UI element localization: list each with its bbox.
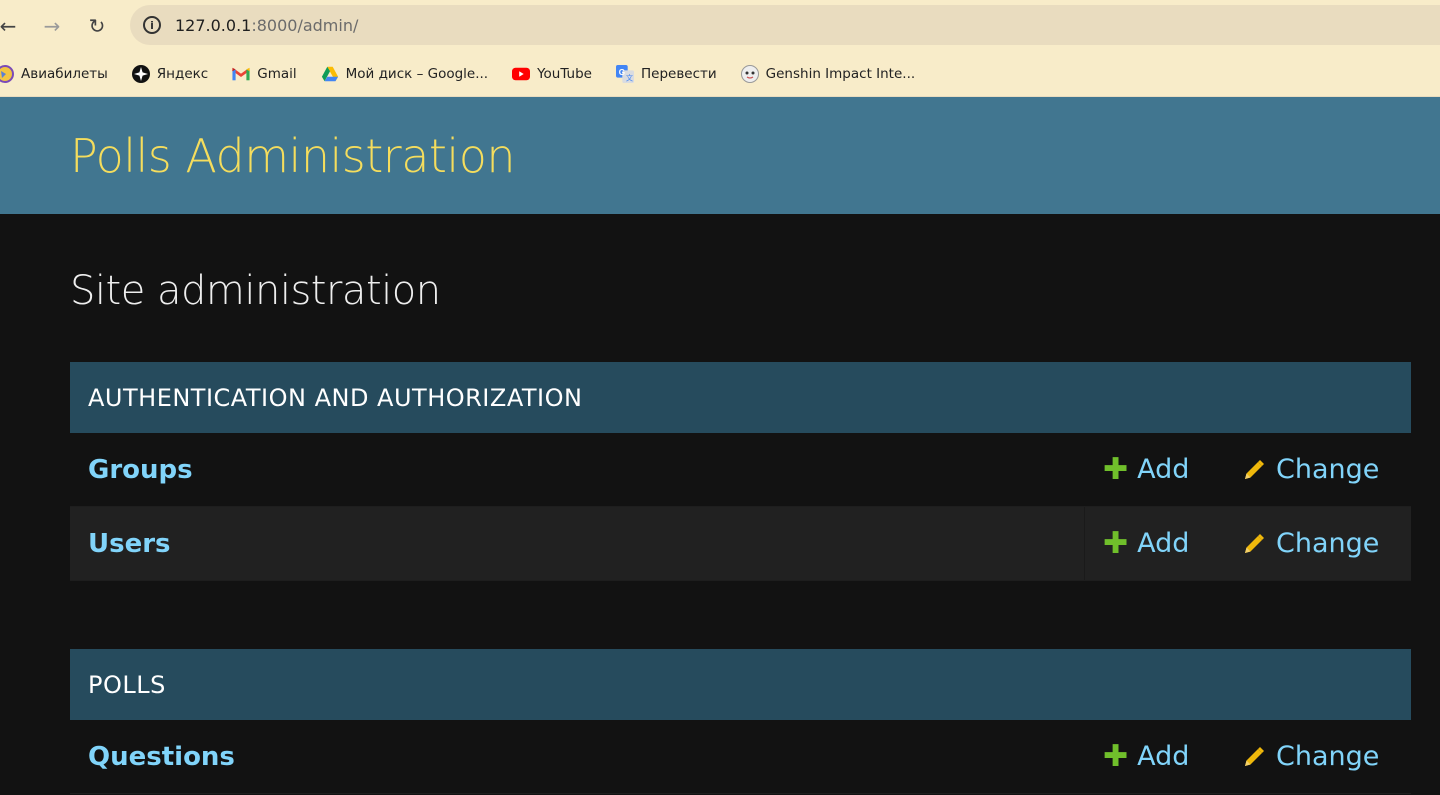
pencil-icon bbox=[1242, 532, 1266, 556]
add-questions-button[interactable]: ✚ Add bbox=[1103, 741, 1189, 772]
add-label: Add bbox=[1137, 741, 1190, 772]
google-drive-icon bbox=[321, 65, 339, 83]
model-row-groups: Groups ✚ Add Change bbox=[70, 433, 1411, 507]
model-link-questions[interactable]: Questions bbox=[70, 742, 1411, 772]
change-users-button[interactable]: Change bbox=[1242, 528, 1379, 559]
reload-icon[interactable]: ↻ bbox=[81, 10, 113, 42]
page-title: Site administration bbox=[70, 268, 441, 314]
url-host: 127.0.0.1 bbox=[175, 15, 252, 35]
model-row-questions: Questions ✚ Add Change bbox=[70, 720, 1411, 794]
row-divider bbox=[1084, 507, 1085, 580]
back-arrow-icon[interactable]: ← bbox=[0, 10, 24, 42]
site-branding[interactable]: Polls Administration bbox=[70, 129, 516, 183]
gmail-icon bbox=[232, 65, 251, 83]
app-module-polls: POLLS Questions ✚ Add Change bbox=[70, 649, 1411, 794]
browser-toolbar: ← → ↻ i 127.0.0.1:8000/admin/ bbox=[0, 0, 1440, 51]
add-label: Add bbox=[1137, 528, 1190, 559]
svg-text:G: G bbox=[619, 67, 625, 76]
bookmark-label: Перевести bbox=[641, 65, 717, 82]
translate-icon: G文 bbox=[616, 64, 634, 83]
change-questions-button[interactable]: Change bbox=[1242, 741, 1379, 772]
bookmark-label: Genshin Impact Inte... bbox=[765, 65, 916, 82]
bookmark-gmail[interactable]: Gmail bbox=[232, 65, 297, 83]
module-caption[interactable]: POLLS bbox=[70, 649, 1411, 720]
change-label: Change bbox=[1276, 528, 1380, 559]
bookmark-translate[interactable]: G文 Перевести bbox=[616, 64, 717, 83]
plus-icon: ✚ bbox=[1103, 451, 1129, 487]
url-text[interactable]: 127.0.0.1:8000/admin/ bbox=[175, 16, 358, 35]
model-row-users: Users ✚ Add Change bbox=[70, 507, 1411, 581]
model-link-groups[interactable]: Groups bbox=[70, 455, 1411, 485]
pencil-icon bbox=[1242, 745, 1266, 769]
bookmark-label: Авиабилеты bbox=[21, 65, 108, 82]
bookmark-youtube[interactable]: YouTube bbox=[512, 65, 592, 83]
bookmark-google-drive[interactable]: Мой диск – Google... bbox=[321, 65, 488, 83]
bookmark-label: Gmail bbox=[257, 65, 297, 82]
plus-icon: ✚ bbox=[1103, 525, 1129, 561]
bookmarks-bar: Авиабилеты Яндекс Gmail Мой диск – Googl… bbox=[0, 51, 1440, 97]
add-groups-button[interactable]: ✚ Add bbox=[1103, 454, 1189, 485]
bookmark-label: Мой диск – Google... bbox=[345, 65, 489, 82]
change-label: Change bbox=[1276, 741, 1380, 772]
url-path: :8000/admin/ bbox=[251, 15, 359, 35]
bookmark-aviabilety[interactable]: Авиабилеты bbox=[0, 64, 108, 83]
plus-icon: ✚ bbox=[1103, 738, 1129, 774]
site-header: Polls Administration bbox=[0, 97, 1440, 214]
genshin-icon bbox=[740, 64, 759, 83]
bookmark-label: YouTube bbox=[537, 65, 592, 82]
app-module-auth: AUTHENTICATION AND AUTHORIZATION Groups … bbox=[70, 362, 1411, 581]
address-bar[interactable]: i 127.0.0.1:8000/admin/ bbox=[130, 5, 1440, 45]
main-content: Site administration AUTHENTICATION AND A… bbox=[0, 268, 1440, 794]
youtube-icon bbox=[512, 65, 531, 83]
change-label: Change bbox=[1276, 454, 1380, 485]
bookmark-label: Яндекс bbox=[156, 65, 209, 82]
site-info-icon[interactable]: i bbox=[143, 16, 161, 34]
model-link-users[interactable]: Users bbox=[70, 529, 1411, 559]
module-caption[interactable]: AUTHENTICATION AND AUTHORIZATION bbox=[70, 362, 1411, 433]
bookmark-genshin[interactable]: Genshin Impact Inte... bbox=[740, 64, 916, 83]
bookmark-yandex[interactable]: Яндекс bbox=[131, 64, 209, 83]
change-groups-button[interactable]: Change bbox=[1242, 454, 1379, 485]
yandex-icon bbox=[131, 64, 150, 83]
svg-text:文: 文 bbox=[626, 73, 633, 82]
globe-icon bbox=[0, 64, 14, 83]
forward-arrow-icon[interactable]: → bbox=[36, 10, 68, 42]
pencil-icon bbox=[1242, 458, 1266, 482]
add-label: Add bbox=[1137, 454, 1190, 485]
add-users-button[interactable]: ✚ Add bbox=[1103, 528, 1189, 559]
